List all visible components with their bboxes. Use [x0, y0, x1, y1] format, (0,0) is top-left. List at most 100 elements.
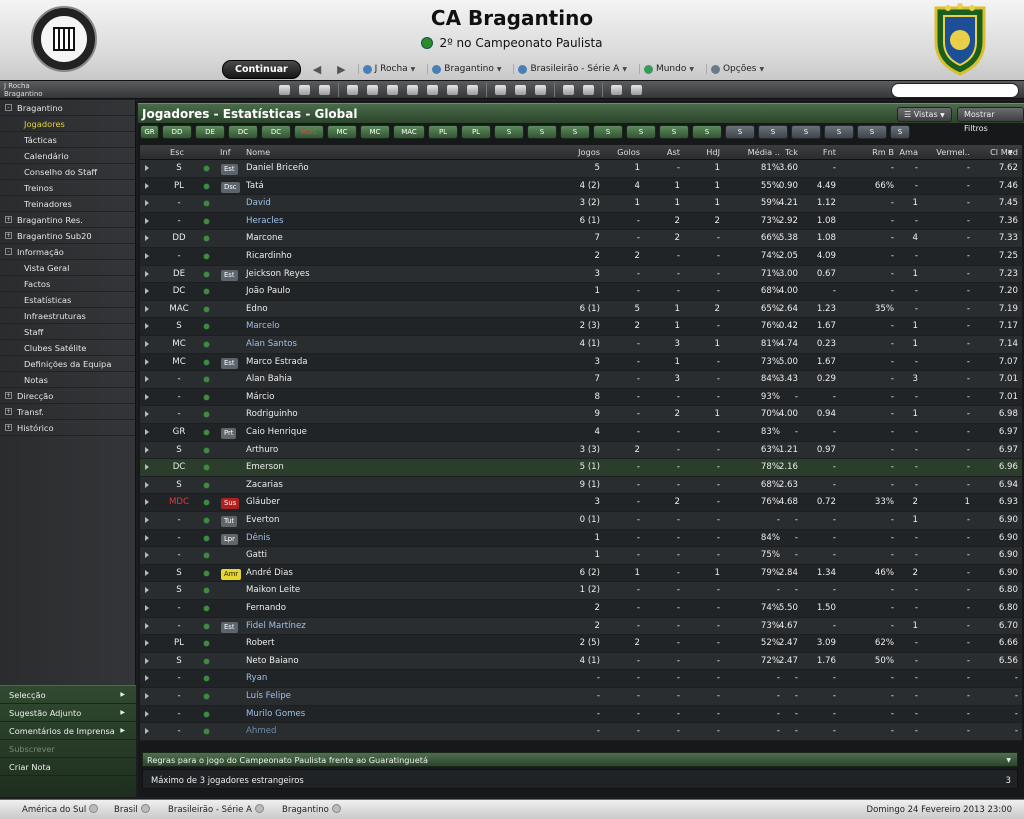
position-filter-button[interactable]: GR — [140, 125, 159, 139]
table-row[interactable]: PL Dsc Tatá 4 (2) 4 1 1 55% 0.90 4.49 66% - -7.46 — [140, 177, 1022, 196]
column-header-ama[interactable]: Ama — [882, 145, 918, 160]
sidebar-item[interactable]: Estatísticas — [0, 292, 135, 308]
sidebar-item[interactable]: Definições da Equipa — [0, 356, 135, 372]
breadcrumb-item[interactable]: Brasileirão - Série A — [168, 804, 264, 815]
expand-toggle-icon[interactable]: + — [5, 232, 12, 239]
expand-row-icon[interactable] — [145, 446, 149, 453]
table-row[interactable]: DC João Paulo 1- - -68% 4.00- - - -7.20 — [140, 283, 1022, 301]
player-name[interactable]: Ryan — [246, 670, 267, 687]
expand-row-icon[interactable] — [145, 605, 149, 611]
position-filter-button[interactable]: S — [494, 125, 524, 139]
expand-toggle-icon[interactable]: + — [5, 408, 12, 415]
table-row[interactable]: - Est Fidel Martínez 2- - -73% 4.67- -1-6.70 — [140, 617, 1022, 636]
expand-row-icon[interactable] — [145, 657, 149, 664]
position-filter-button[interactable]: S — [692, 125, 722, 139]
position-filter-button[interactable]: S — [890, 125, 910, 139]
sidebar-action-item[interactable]: Comentários de Imprensa ▶ — [0, 722, 136, 740]
player-name[interactable]: Rodriguinho — [246, 406, 298, 423]
expand-row-icon[interactable] — [145, 217, 149, 224]
sidebar-item[interactable]: - Bragantino — [0, 100, 135, 116]
expand-row-icon[interactable] — [145, 728, 149, 735]
sidebar-action-item[interactable]: Selecção ▶ — [0, 686, 136, 704]
player-name[interactable]: Robert — [246, 635, 275, 652]
sidebar-item[interactable]: + Direcção — [0, 388, 135, 404]
training-icon[interactable] — [384, 83, 401, 97]
player-name[interactable]: Luís Felipe — [246, 688, 291, 705]
expand-row-icon[interactable] — [145, 499, 149, 506]
table-row[interactable]: S Zacarias 9 (1) - - -68% 2.63- - - -6.94 — [140, 476, 1022, 495]
expand-row-icon[interactable] — [145, 675, 149, 682]
player-name[interactable]: Emerson — [246, 459, 284, 476]
table-row[interactable]: DC Emerson 5 (1) - - -78% 2.16- - - -6.96 — [140, 459, 1022, 477]
expand-row-icon[interactable] — [145, 200, 149, 207]
sidebar-item[interactable]: - Informação — [0, 244, 135, 260]
player-name[interactable]: Maikon Leite — [246, 582, 300, 599]
position-filter-button[interactable]: S — [857, 125, 887, 139]
player-name[interactable]: Edno — [246, 301, 268, 318]
nav-competition-menu[interactable]: Brasileirão - Série A ▼ — [513, 64, 630, 74]
sidebar-item[interactable]: Factos — [0, 276, 135, 292]
match-icon[interactable] — [512, 83, 529, 97]
expand-row-icon[interactable] — [145, 393, 149, 400]
scouting-icon[interactable] — [532, 83, 549, 97]
expand-row-icon[interactable] — [145, 235, 149, 242]
position-filter-button[interactable]: S — [527, 125, 557, 139]
trophy-icon[interactable] — [492, 83, 509, 97]
nav-world-menu[interactable]: Mundo ▼ — [638, 64, 698, 74]
nav-manager-menu[interactable]: J Rocha ▼ — [357, 64, 420, 74]
table-row[interactable]: - Gatti 1- - -75% - - - - -6.90 — [140, 547, 1022, 565]
player-name[interactable]: Alan Bahia — [246, 371, 292, 388]
expand-row-icon[interactable] — [145, 253, 149, 259]
player-name[interactable]: Gatti — [246, 547, 267, 564]
transfers-icon[interactable] — [464, 83, 481, 97]
player-name[interactable]: Ricardinho — [246, 248, 292, 265]
table-row[interactable]: S Maikon Leite 1 (2) - - - - - - - - -6.80 — [140, 582, 1022, 600]
expand-row-icon[interactable] — [145, 165, 149, 171]
expand-toggle-icon[interactable]: + — [5, 392, 12, 399]
finances-icon[interactable] — [404, 83, 421, 97]
column-header-fnt[interactable]: Fnt — [804, 145, 836, 160]
player-name[interactable]: Ahmed — [246, 723, 276, 740]
expand-row-icon[interactable] — [145, 587, 149, 594]
home-icon[interactable] — [276, 83, 293, 97]
expand-row-icon[interactable] — [145, 411, 149, 418]
player-name[interactable]: Caio Henrique — [246, 424, 307, 441]
sidebar-item[interactable]: Conselho do Staff — [0, 164, 135, 180]
position-filter-button[interactable]: S — [626, 125, 656, 139]
expand-row-icon[interactable] — [145, 622, 149, 629]
table-row[interactable]: - Tut Everton 0 (1) - - - - - - -1-6.90 — [140, 512, 1022, 530]
history-icon[interactable] — [628, 83, 645, 97]
breadcrumb-item[interactable]: América do Sul — [22, 804, 99, 815]
expand-row-icon[interactable] — [145, 182, 149, 189]
table-row[interactable]: S Amr André Dias 6 (2) 1-1 79% 2.84 1.34 46% 2-6.… — [140, 564, 1022, 583]
expand-row-icon[interactable] — [145, 693, 149, 699]
close-circle-icon[interactable] — [254, 804, 264, 813]
expand-row-icon[interactable] — [145, 481, 149, 488]
expand-row-icon[interactable] — [145, 358, 149, 365]
table-row[interactable]: S Est Daniel Briceño 5 1-1 81% 3.60- - - -7.62 — [140, 160, 1022, 178]
expand-row-icon[interactable] — [145, 323, 149, 330]
position-filter-button[interactable]: S — [791, 125, 821, 139]
player-name[interactable]: Tatá — [246, 178, 264, 195]
table-row[interactable]: MDC Sus Gláuber 3-2-76% 4.68 0.72 33% 2 1 6.93 — [140, 494, 1022, 512]
sidebar-item[interactable]: Notas — [0, 372, 135, 388]
notes-icon[interactable] — [580, 83, 597, 97]
player-name[interactable]: Marcelo — [246, 318, 280, 335]
position-filter-button[interactable]: S — [824, 125, 854, 139]
player-name[interactable]: Dênis — [246, 530, 270, 547]
column-header-tck[interactable]: Tck — [766, 145, 798, 160]
expand-row-icon[interactable] — [145, 640, 149, 647]
inbox-icon[interactable] — [296, 83, 313, 97]
player-name[interactable]: David — [246, 195, 271, 212]
table-row[interactable]: - Alan Bahia 7-3-84% 3.43 0.29-3-7.01 — [140, 371, 1022, 389]
squad-icon[interactable] — [344, 83, 361, 97]
sidebar-item[interactable]: + Histórico — [0, 420, 135, 436]
sidebar-item[interactable]: Jogadores — [0, 116, 135, 132]
close-circle-icon[interactable] — [140, 804, 150, 813]
column-header-golos[interactable]: Golos — [600, 145, 640, 160]
table-row[interactable]: S Arthuro 3 (3) 2- -63% 1.21 0.97- - -6.97 — [140, 441, 1022, 460]
player-name[interactable]: Heracles — [246, 213, 283, 230]
breadcrumb-item[interactable]: Brasil — [114, 804, 150, 815]
player-name[interactable]: João Paulo — [246, 283, 290, 300]
player-name[interactable]: André Dias — [246, 565, 293, 582]
